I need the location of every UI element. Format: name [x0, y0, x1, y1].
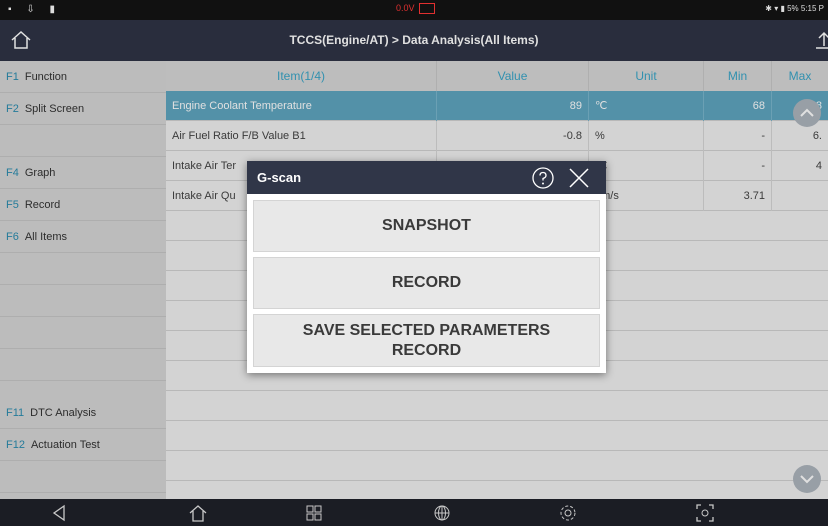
dialog-title: G-scan	[257, 170, 302, 185]
save-selected-parameters-record-button[interactable]: SAVE SELECTED PARAMETERS RECORD	[253, 314, 600, 367]
system-nav-bar	[0, 499, 828, 526]
home-nav-icon[interactable]	[187, 502, 209, 524]
close-icon[interactable]	[567, 166, 591, 190]
help-icon[interactable]	[531, 166, 555, 190]
screenshot-icon[interactable]	[694, 502, 716, 524]
back-icon[interactable]	[48, 502, 70, 524]
settings-gear-icon[interactable]	[557, 502, 579, 524]
apps-grid-icon[interactable]	[303, 502, 325, 524]
battery-icon	[419, 3, 436, 15]
snapshot-button[interactable]: SNAPSHOT	[253, 200, 600, 252]
globe-icon[interactable]	[431, 502, 453, 524]
status-icons: ▪ ⇩ ▮	[8, 4, 61, 15]
status-right: ✱ ▾ ▮ 5% 5:15 P	[765, 4, 824, 13]
status-bar: ▪ ⇩ ▮ 0.0V ✱ ▾ ▮ 5% 5:15 P	[0, 0, 828, 20]
status-time: 5% 5:15 P	[787, 4, 824, 13]
voltage-text: 0.0V	[396, 3, 415, 13]
record-dialog: G-scan SNAPSHOT RECORD SAVE SELECTED PAR…	[247, 161, 606, 373]
voltage-indicator: 0.0V	[396, 3, 436, 15]
dialog-header: G-scan	[247, 161, 606, 194]
record-button[interactable]: RECORD	[253, 257, 600, 309]
